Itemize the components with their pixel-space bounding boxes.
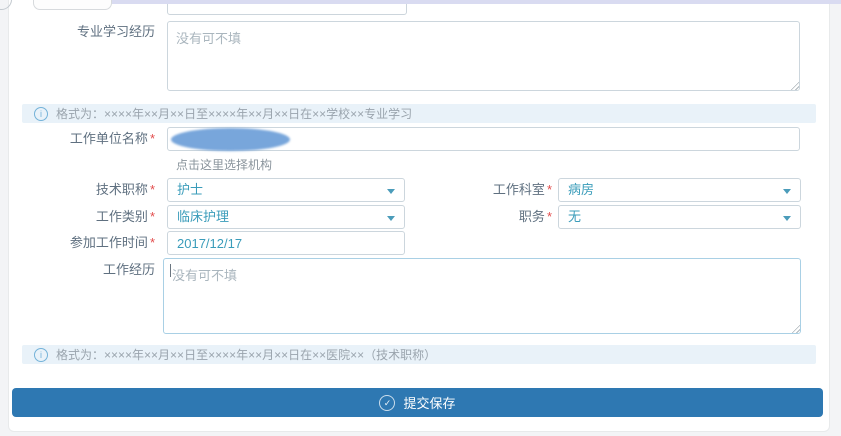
study-experience-textarea[interactable] (167, 21, 800, 91)
work-dept-value: 病房 (568, 182, 595, 197)
work-experience-textarea[interactable] (163, 258, 801, 334)
required-mark: * (149, 209, 155, 224)
study-experience-label: 专业学习经历 (76, 24, 155, 39)
tech-title-select[interactable]: 护士 (167, 178, 405, 202)
work-category-value: 临床护理 (177, 209, 230, 224)
top-divider-strip (112, 0, 841, 4)
submit-save-label: 提交保存 (403, 396, 456, 411)
position-label: 职务 * (518, 209, 552, 224)
work-dept-select[interactable]: 病房 (558, 178, 801, 202)
work-category-label: 工作类别 * (95, 209, 155, 224)
text-cursor (170, 264, 171, 277)
info-icon: i (34, 106, 48, 121)
work-experience-label: 工作经历 (102, 262, 155, 277)
chevron-down-icon (387, 216, 395, 221)
chevron-down-icon (387, 189, 395, 194)
cropped-tab-fragment (33, 0, 112, 10)
submit-save-button[interactable]: ✓ 提交保存 (12, 388, 823, 417)
study-format-note: i 格式为：××××年××月××日至××××年××月××日在××学校××专业学习 (22, 104, 816, 123)
work-start-date-label: 参加工作时间 * (69, 235, 155, 250)
required-mark: * (149, 235, 155, 250)
chevron-down-icon (783, 189, 791, 194)
info-icon: i (34, 347, 48, 362)
check-circle-icon: ✓ (379, 394, 396, 411)
redaction-blob (171, 128, 290, 151)
select-institution-link[interactable]: 点击这里选择机构 (176, 156, 272, 173)
study-format-note-text: 格式为：××××年××月××日至××××年××月××日在××学校××专业学习 (56, 107, 413, 121)
work-format-note-text: 格式为：××××年××月××日至××××年××月××日在××医院××（技术职称） (56, 348, 437, 362)
required-mark: * (149, 131, 155, 146)
position-select[interactable]: 无 (558, 205, 801, 229)
position-value: 无 (568, 209, 582, 224)
work-format-note: i 格式为：××××年××月××日至××××年××月××日在××医院××（技术职… (22, 345, 816, 364)
tech-title-label: 技术职称 * (95, 182, 155, 197)
work-start-date-input[interactable] (167, 231, 405, 255)
required-mark: * (546, 209, 552, 224)
work-unit-label: 工作单位名称 * (69, 131, 155, 146)
required-mark: * (546, 182, 552, 197)
required-mark: * (149, 182, 155, 197)
work-dept-label: 工作科室 * (492, 182, 552, 197)
chevron-down-icon (783, 216, 791, 221)
tech-title-value: 护士 (177, 182, 204, 197)
work-category-select[interactable]: 临床护理 (167, 205, 405, 229)
